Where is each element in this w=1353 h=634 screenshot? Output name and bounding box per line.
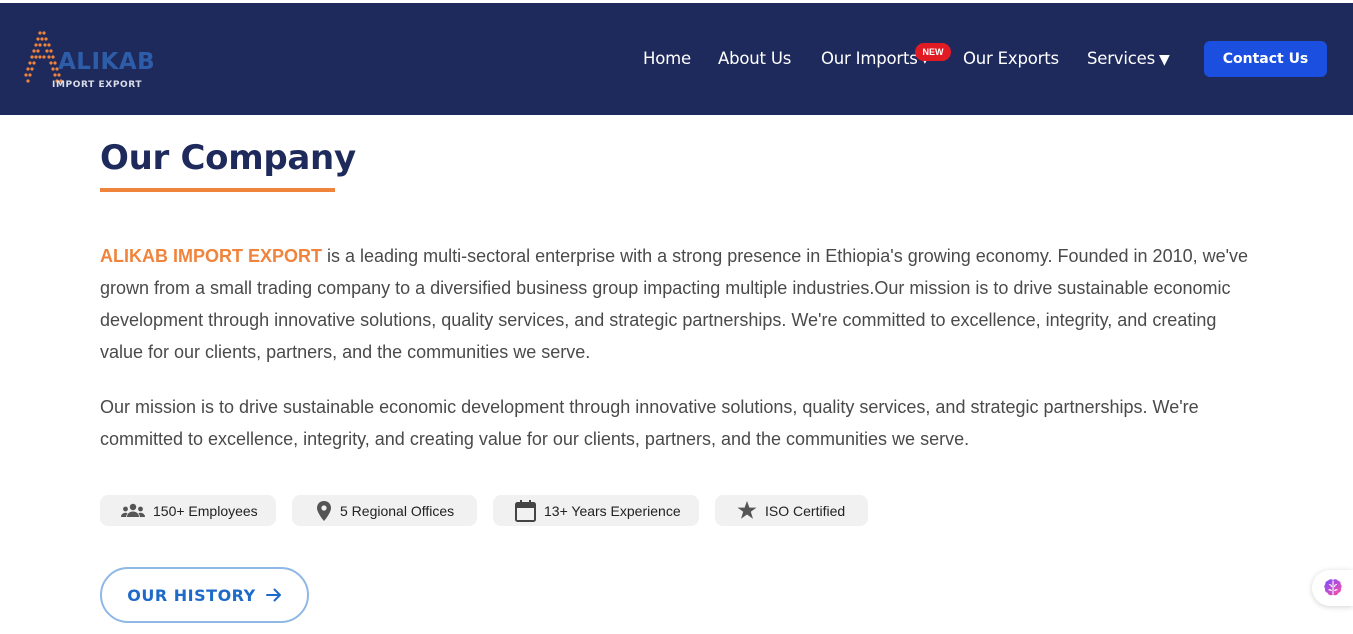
stat-employees: 150+ Employees	[100, 495, 276, 526]
brain-icon	[1323, 579, 1342, 596]
our-history-button[interactable]: OUR HISTORY	[100, 567, 309, 623]
navbar: ALIKAB IMPORT EXPORT Home About Us Our I…	[0, 3, 1353, 115]
stat-iso-certified-label: ISO Certified	[765, 502, 846, 519]
star-icon	[737, 501, 757, 519]
nav-our-exports[interactable]: Our Exports	[963, 49, 1059, 68]
stat-iso-certified: ISO Certified	[715, 495, 868, 526]
stat-years-experience-label: 13+ Years Experience	[544, 502, 681, 519]
stat-employees-label: 150+ Employees	[153, 502, 258, 519]
stat-years-experience: 13+ Years Experience	[493, 495, 699, 526]
nav-about-us-label: About Us	[718, 49, 792, 68]
stat-regional-offices-label: 5 Regional Offices	[340, 502, 455, 519]
brand-name: ALIKAB IMPORT EXPORT	[100, 246, 323, 266]
logo-subtitle: IMPORT EXPORT	[52, 80, 143, 90]
our-history-label: OUR HISTORY	[127, 585, 256, 605]
nav-about-us[interactable]: About Us	[718, 49, 791, 68]
nav-our-imports-label: Our Imports	[821, 49, 918, 68]
caret-down-icon: ▼	[1158, 52, 1170, 68]
mission-paragraph: Our mission is to drive sustainable econ…	[100, 397, 1199, 449]
nav-services-label: Services	[1087, 49, 1155, 68]
stat-regional-offices: 5 Regional Offices	[292, 495, 477, 526]
ai-assistant-widget[interactable]	[1312, 570, 1353, 606]
logo-wordmark: ALIKAB	[58, 49, 156, 75]
nav-our-imports[interactable]: Our Imports▾	[821, 49, 928, 68]
arrow-right-icon	[265, 588, 281, 602]
logo[interactable]: ALIKAB IMPORT EXPORT	[24, 27, 156, 95]
company-intro-paragraph: ALIKAB IMPORT EXPORT is a leading multi-…	[100, 240, 1260, 368]
nav-home-label: Home	[643, 49, 691, 68]
page-title: Our Company	[100, 138, 356, 178]
contact-us-label: Contact Us	[1222, 51, 1309, 67]
nav-home[interactable]: Home	[643, 49, 691, 68]
location-pin-icon	[317, 500, 331, 521]
title-underline	[100, 188, 335, 192]
contact-us-button[interactable]: Contact Us	[1204, 41, 1327, 77]
nav-our-exports-label: Our Exports	[963, 49, 1059, 68]
new-badge: NEW	[915, 43, 951, 61]
calendar-icon	[515, 499, 536, 522]
nav-services[interactable]: Services ▼	[1087, 49, 1170, 68]
people-icon	[121, 503, 145, 517]
